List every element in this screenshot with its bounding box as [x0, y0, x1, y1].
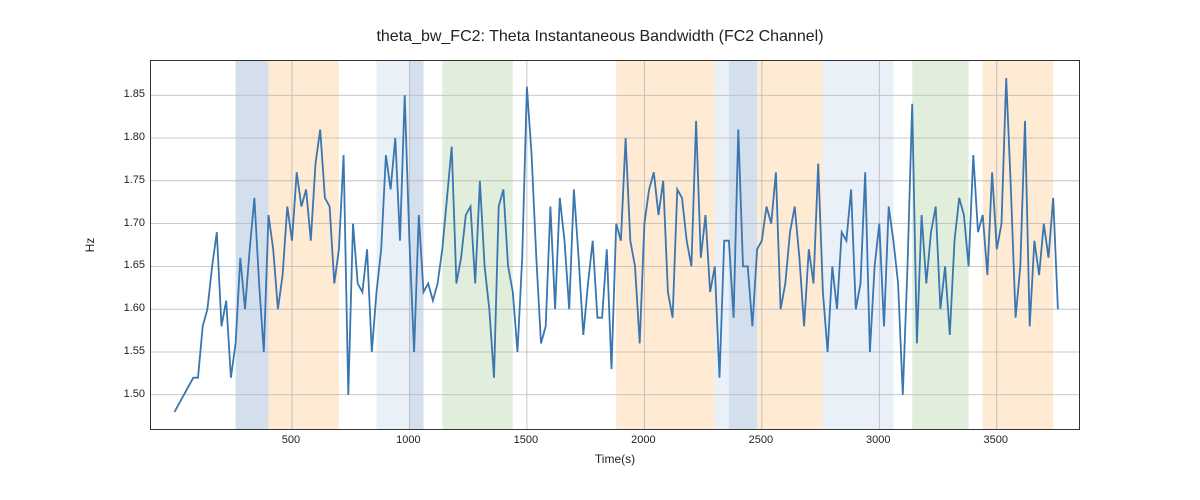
y-tick-label: 1.75: [124, 174, 145, 186]
x-tick-label: 500: [282, 434, 300, 446]
y-tick-label: 1.85: [124, 88, 145, 100]
x-tick-label: 2500: [749, 434, 773, 446]
y-tick-label: 1.70: [124, 217, 145, 229]
y-tick-label: 1.65: [124, 259, 145, 271]
y-tick-label: 1.80: [124, 131, 145, 143]
shaded-band: [757, 61, 823, 429]
x-axis-label: Time(s): [595, 452, 635, 466]
x-tick-label: 1500: [514, 434, 538, 446]
shaded-band: [823, 61, 893, 429]
y-tick-label: 1.60: [124, 302, 145, 314]
chart-container: theta_bw_FC2: Theta Instantaneous Bandwi…: [0, 0, 1200, 500]
y-tick-label: 1.55: [124, 345, 145, 357]
y-tick-label: 1.50: [124, 388, 145, 400]
chart-title: theta_bw_FC2: Theta Instantaneous Bandwi…: [0, 28, 1200, 46]
shaded-band: [715, 61, 729, 429]
x-tick-label: 1000: [396, 434, 420, 446]
y-axis-label: Hz: [83, 238, 97, 253]
shaded-band: [268, 61, 338, 429]
shaded-band: [236, 61, 269, 429]
x-tick-label: 3500: [984, 434, 1008, 446]
x-tick-label: 2000: [631, 434, 655, 446]
x-tick-label: 3000: [866, 434, 890, 446]
plot-svg: [151, 61, 1079, 429]
plot-area: [150, 60, 1080, 430]
